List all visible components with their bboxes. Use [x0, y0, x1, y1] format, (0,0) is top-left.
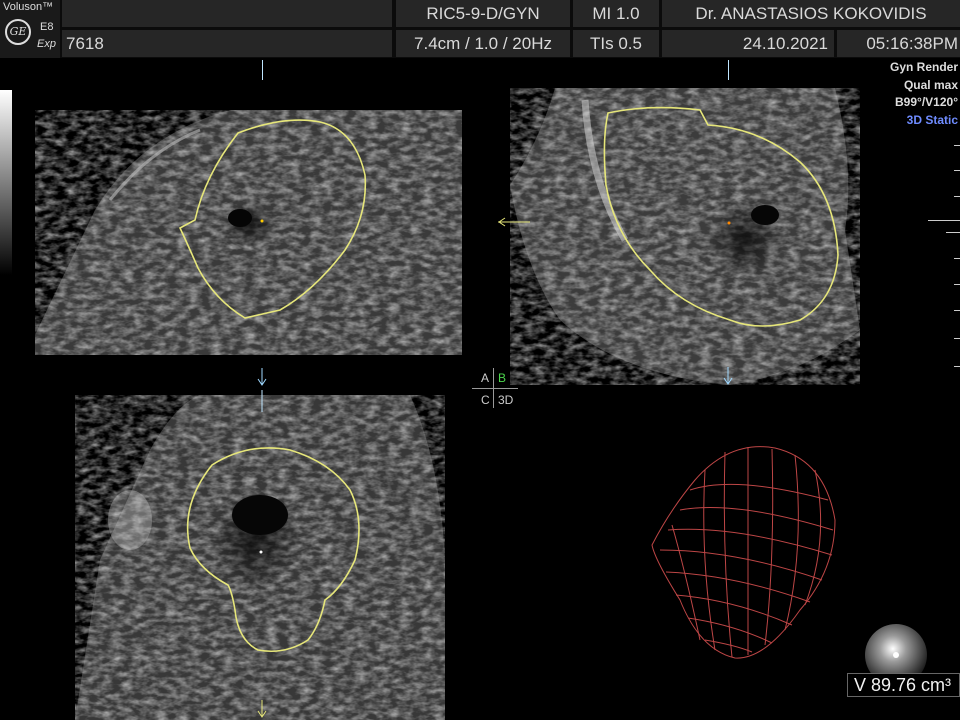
mi-value: MI 1.0 — [573, 0, 659, 27]
volume-readout: V 89.76 cm³ — [847, 673, 960, 697]
brand-logo: Voluson™ GE E8 Exp — [0, 0, 60, 58]
header-empty-cell — [62, 0, 392, 27]
plane-c-image — [75, 395, 445, 720]
scan-params: 7.4cm / 1.0 / 20Hz — [396, 30, 570, 57]
tick-mark-a — [262, 60, 263, 80]
header-bar: Voluson™ GE E8 Exp 7618 RIC5-9-D/GYN 7.4… — [0, 0, 960, 58]
exam-time: 05:16:38PM — [837, 30, 960, 57]
model-line-1: E8 — [40, 21, 54, 33]
arrow-marker-a — [257, 368, 267, 386]
render-quality: Qual max — [903, 78, 958, 92]
exam-date: 24.10.2021 — [662, 30, 834, 57]
render-type: Gyn Render — [889, 60, 958, 74]
probe-name: RIC5-9-D/GYN — [396, 0, 570, 27]
render-mode: 3D Static — [906, 113, 958, 127]
tick-mark-b — [728, 60, 729, 80]
tis-value: TIs 0.5 — [573, 30, 659, 57]
ultrasound-view — [35, 88, 927, 720]
brand-name: Voluson™ — [3, 1, 54, 13]
plane-a-image — [35, 110, 462, 355]
plane-b-image — [510, 88, 860, 385]
plane-3d-label[interactable]: 3D — [498, 393, 513, 407]
plane-a-label[interactable]: A — [481, 371, 489, 385]
render-3d-mesh — [651, 446, 836, 659]
plane-b-label[interactable]: B — [498, 371, 506, 385]
plane-c-label[interactable]: C — [481, 393, 490, 407]
model-line-2: Exp — [37, 38, 56, 50]
doctor-name: Dr. ANASTASIOS KOKOVIDIS — [662, 0, 960, 27]
render-angles: B99°/V120° — [895, 95, 958, 109]
patient-id: 7618 — [62, 30, 392, 57]
grayscale-bar — [0, 90, 12, 275]
ge-logo-icon: GE — [5, 19, 31, 45]
